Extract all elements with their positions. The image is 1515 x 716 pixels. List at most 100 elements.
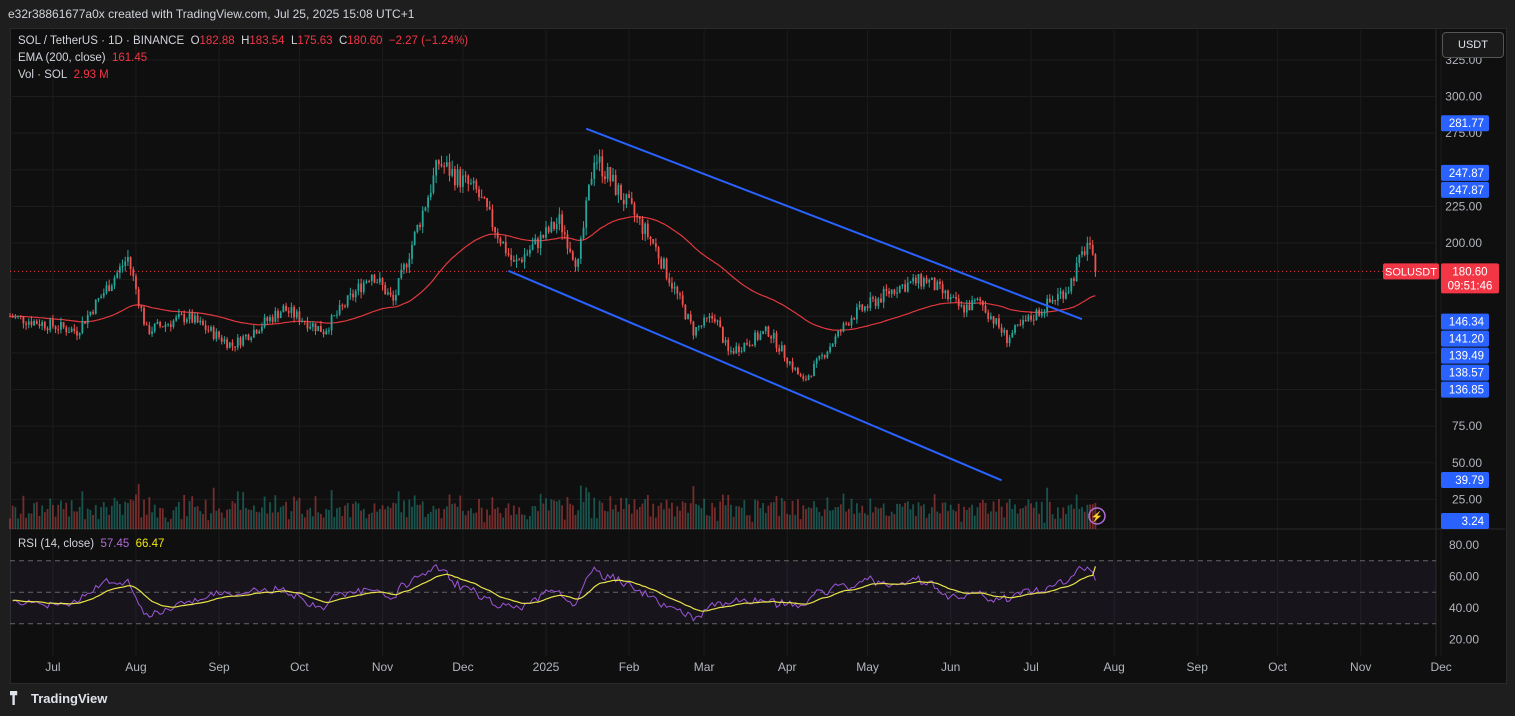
candle-body <box>813 363 815 376</box>
volume-bar <box>236 491 239 529</box>
candle-body <box>239 337 242 346</box>
candle-body <box>424 207 427 211</box>
volume-bar <box>448 494 451 529</box>
candle-body <box>987 312 990 319</box>
candle-body <box>266 317 269 321</box>
volume-bar <box>127 503 129 529</box>
volume-bar <box>936 511 939 529</box>
volume-bar <box>11 505 14 529</box>
volume-bar <box>400 512 403 529</box>
volume-bar <box>228 508 231 529</box>
legend-rsi[interactable]: RSI (14, close) 57.45 66.47 <box>18 538 164 550</box>
volume-bar <box>957 503 960 529</box>
price-chart[interactable]: 325.00300.00275.00225.00200.0075.0050.00… <box>0 0 1515 716</box>
candle-body <box>94 299 97 314</box>
volume-bar <box>1046 487 1049 529</box>
candle-body <box>419 224 421 227</box>
candle-body <box>451 169 454 176</box>
footer: TradingView <box>0 684 1515 716</box>
volume-bar <box>496 507 499 529</box>
volume-bar <box>46 508 49 529</box>
volume-bar <box>507 503 510 529</box>
candle-body <box>408 258 411 268</box>
candle-body <box>311 323 314 327</box>
candle-body <box>652 239 655 244</box>
volume-bar <box>574 514 577 529</box>
candle-body <box>805 379 807 381</box>
volume-bar <box>172 510 175 529</box>
candle-body <box>462 175 464 187</box>
candle-body <box>957 298 960 307</box>
candle-body <box>845 323 848 325</box>
candle-body <box>440 164 443 167</box>
volume-bar <box>54 516 57 529</box>
volume-bar <box>293 496 295 529</box>
volume-bar <box>906 501 909 529</box>
candle-body <box>577 258 580 267</box>
candle-body <box>386 292 389 295</box>
time-axis-tick: Jul <box>1023 660 1038 674</box>
candle-body <box>212 327 215 339</box>
volume-bar <box>322 517 325 529</box>
candle-body <box>960 305 963 307</box>
candle-body <box>515 259 518 262</box>
candle-body <box>255 329 258 334</box>
candle-body <box>421 210 424 227</box>
candle-body <box>110 285 113 292</box>
volume-bar <box>791 500 794 529</box>
volume-bar <box>277 512 279 529</box>
volume-bar <box>571 505 574 529</box>
volume-bar <box>866 515 869 529</box>
candle-body <box>794 368 797 370</box>
volume-bar <box>719 501 722 529</box>
candle-body <box>654 243 657 248</box>
volume-bar <box>968 507 971 529</box>
candle-body <box>888 290 890 294</box>
volume-bar <box>453 503 456 529</box>
volume-bar <box>81 491 84 529</box>
volume-bar <box>746 515 748 529</box>
volume-bar <box>338 507 341 529</box>
candle-body <box>571 251 574 260</box>
legend-volume[interactable]: Vol · SOL 2.93 M <box>18 69 109 81</box>
candle-body <box>92 311 94 314</box>
volume-bar <box>180 519 183 529</box>
volume-bar <box>877 508 880 529</box>
time-axis-tick: Oct <box>1268 660 1287 674</box>
volume-bar <box>893 513 896 529</box>
volume-bar <box>555 501 558 529</box>
candle-body <box>558 214 561 225</box>
candle-body <box>354 290 357 298</box>
candle-body <box>118 266 121 273</box>
candle-body <box>269 317 271 321</box>
candle-body <box>933 277 936 291</box>
volume-bar <box>301 513 304 529</box>
currency-button[interactable]: USDT <box>1442 32 1504 58</box>
volume-bar <box>920 505 923 529</box>
candle-body <box>759 334 762 340</box>
volume-bar <box>175 506 178 529</box>
candle-body <box>748 344 751 346</box>
candle-body <box>368 280 371 282</box>
volume-bar <box>1062 507 1065 529</box>
volume-bar <box>558 500 561 529</box>
volume-bar <box>644 499 647 529</box>
price-tag-label: 3.24 <box>1462 516 1485 528</box>
candle-body <box>143 307 145 325</box>
tradingview-logo[interactable]: TradingView <box>10 691 107 706</box>
legend-ema[interactable]: EMA (200, close) 161.45 <box>18 52 147 64</box>
volume-bar <box>604 510 606 529</box>
symbol-title[interactable]: SOL / TetherUS · 1D · BINANCE <box>18 35 184 47</box>
price-tag-label: 141.20 <box>1449 334 1484 346</box>
candle-body <box>1070 278 1073 292</box>
countdown-label: 09:51:46 <box>1448 280 1493 292</box>
candle-body <box>164 324 167 328</box>
volume-bar <box>652 503 655 529</box>
candle-body <box>981 300 984 306</box>
candle-body <box>730 350 732 352</box>
volume-bar <box>705 515 708 529</box>
volume-bar <box>70 500 73 529</box>
price-tag-label: 247.87 <box>1449 185 1484 197</box>
volume-bar <box>952 509 955 529</box>
volume-bar <box>561 505 563 529</box>
